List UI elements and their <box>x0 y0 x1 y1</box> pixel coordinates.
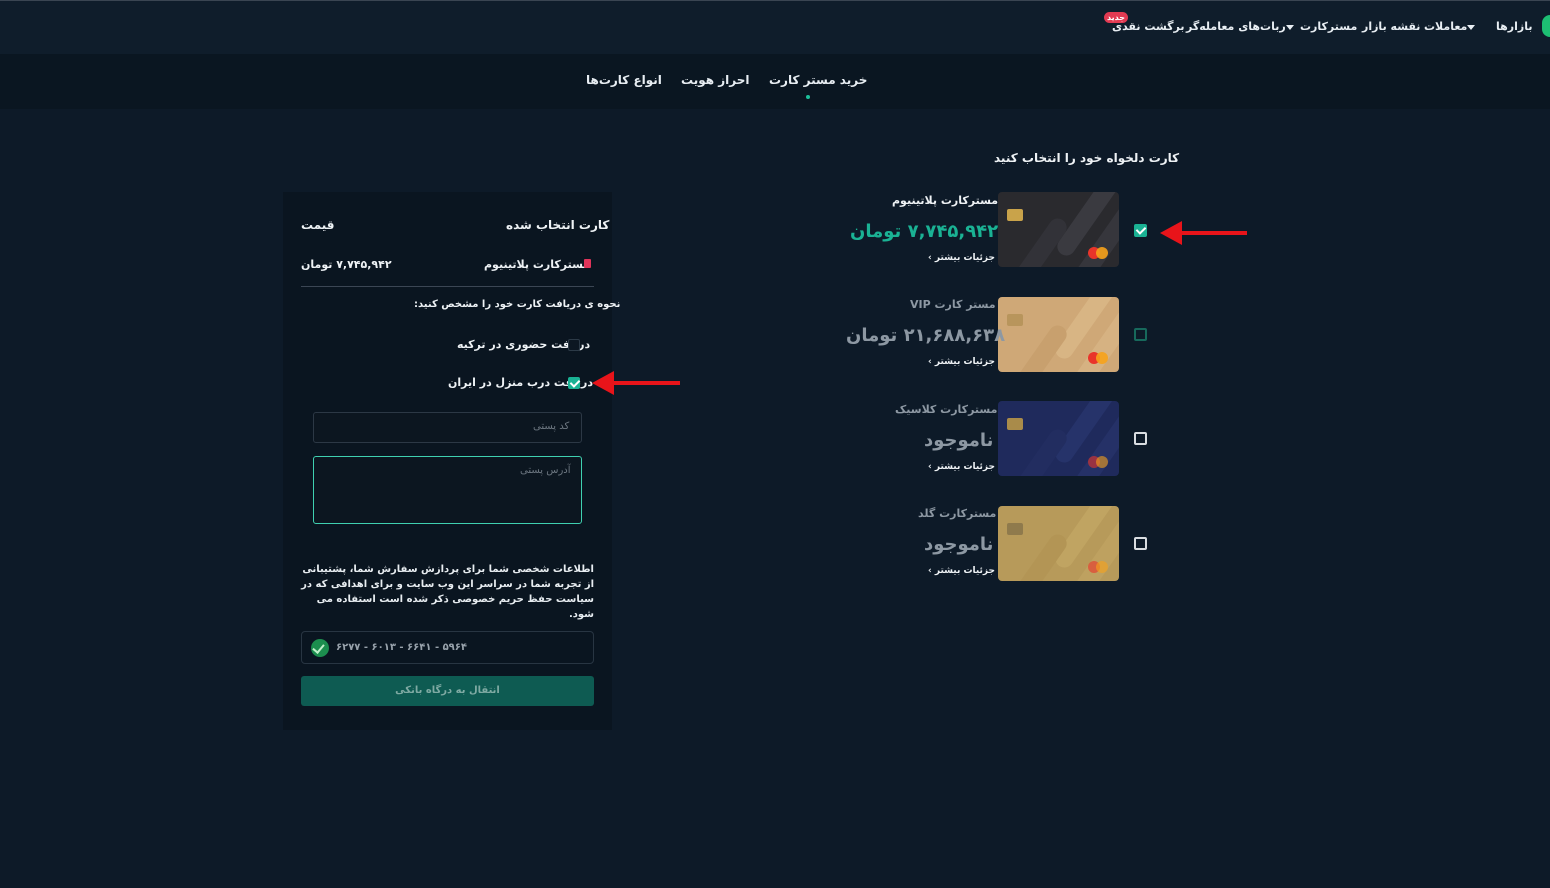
tab-identity-verification[interactable]: احراز هویت <box>681 73 749 87</box>
selected-card-heading: کارت انتخاب شده <box>506 218 610 232</box>
selected-card-name: مسترکارت پلاتینیوم <box>484 258 591 271</box>
pay-gateway-button[interactable]: انتقال به درگاه بانکی <box>301 676 594 706</box>
nav-market-map[interactable]: نقشه بازار <box>1362 20 1420 33</box>
gold-card-name: مسترکارت گلد <box>918 507 997 520</box>
active-tab-indicator <box>806 95 810 99</box>
delivery-question: نحوه ی دریافت کارت خود را مشخص کنید: <box>414 299 621 310</box>
tab-buy-mastercard[interactable]: خرید مستر کارت <box>769 73 867 87</box>
gold-card-image[interactable] <box>998 506 1119 581</box>
bank-logo-icon <box>311 639 329 657</box>
classic-card-name: مسترکارت کلاسیک <box>895 403 998 416</box>
option-pickup-turkey-checkbox[interactable] <box>568 339 580 351</box>
price-heading: قیمت <box>301 218 335 232</box>
platinum-card-price: ۷,۷۴۵,۹۴۲ تومان <box>850 221 999 242</box>
nav-trades-label: معاملات <box>1424 20 1468 33</box>
vip-card-name: مستر کارت VIP <box>910 298 996 311</box>
new-badge: جدید <box>1104 12 1128 23</box>
red-annotation-arrow <box>1160 221 1247 245</box>
vip-card-image[interactable] <box>998 297 1119 372</box>
chip-icon <box>1007 523 1023 535</box>
sub-navbar: خرید مستر کارت احراز هویت انواع کارت‌ها <box>0 54 1550 109</box>
logo[interactable] <box>1542 15 1550 37</box>
nav-trading-bots[interactable]: ربات‌های معامله‌گر <box>1186 20 1299 33</box>
privacy-note: اطلاعات شخصی شما برای پردازش سفارش شما، … <box>301 564 594 620</box>
mastercard-logo-icon <box>1088 456 1110 468</box>
classic-card-checkbox[interactable] <box>1134 432 1147 445</box>
bank-card-number: ۶۲۷۷ - ۶۰۱۳ - ۶۶۴۱ - ۵۹۶۴ <box>336 642 467 653</box>
postal-code-placeholder: کد پستی <box>533 421 570 432</box>
platinum-card-name: مسترکارت پلاتینیوم <box>892 194 999 207</box>
classic-card-image[interactable] <box>998 401 1119 476</box>
gold-more-details-link[interactable]: جزئیات بیشتر › <box>928 566 995 576</box>
chevron-down-icon <box>1285 24 1294 30</box>
nav-mastercard[interactable]: مسترکارت <box>1300 20 1357 33</box>
divider <box>301 286 594 287</box>
chip-icon <box>1007 314 1023 326</box>
mastercard-logo-icon <box>1088 352 1110 364</box>
vip-card-price: ۲۱,۶۸۸,۶۳۸ تومان <box>846 325 1006 346</box>
chip-icon <box>1007 418 1023 430</box>
trash-icon[interactable] <box>584 259 591 268</box>
platinum-more-details-link[interactable]: جزئیات بیشتر › <box>928 253 995 263</box>
classic-card-price: ناموجود <box>924 430 994 451</box>
gold-card-price: ناموجود <box>924 534 994 555</box>
tab-card-types[interactable]: انواع کارت‌ها <box>586 73 662 87</box>
nav-trades[interactable]: معاملات <box>1424 20 1480 33</box>
gold-card-checkbox[interactable] <box>1134 537 1147 550</box>
vip-more-details-link[interactable]: جزئیات بیشتر › <box>928 357 995 367</box>
red-annotation-arrow <box>592 371 680 395</box>
selected-card-price: ۷,۷۴۵,۹۴۲ تومان <box>301 258 392 271</box>
platinum-card-image[interactable] <box>998 192 1119 267</box>
platinum-card-checkbox[interactable] <box>1134 224 1147 237</box>
mastercard-logo-icon <box>1088 561 1110 573</box>
classic-more-details-link[interactable]: جزئیات بیشتر › <box>928 462 995 472</box>
chip-icon <box>1007 209 1023 221</box>
vip-card-checkbox[interactable] <box>1134 328 1147 341</box>
mastercard-logo-icon <box>1088 247 1110 259</box>
chevron-down-icon <box>1467 24 1476 30</box>
top-navbar: بازارها معاملات نقشه بازار مسترکارت ربات… <box>0 0 1550 54</box>
postal-address-placeholder: آدرس پستی <box>520 465 571 476</box>
nav-markets[interactable]: بازارها <box>1496 20 1532 33</box>
card-selection-title: کارت دلخواه خود را انتخاب کنید <box>994 151 1180 165</box>
nav-trading-bots-label: ربات‌های معامله‌گر <box>1186 20 1286 33</box>
option-home-delivery-checkbox[interactable] <box>568 377 580 389</box>
